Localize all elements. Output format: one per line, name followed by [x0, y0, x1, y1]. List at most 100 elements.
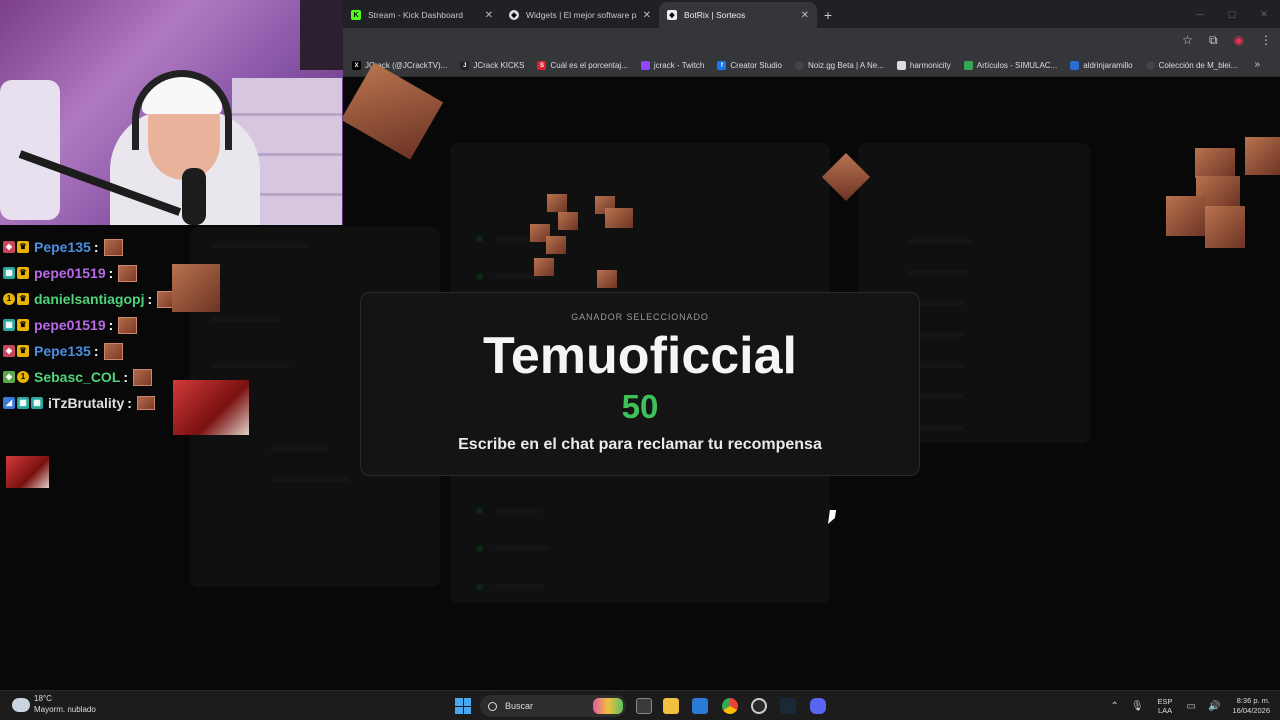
bookmark-star-icon[interactable]: ☆: [1182, 33, 1193, 48]
more-bookmarks-icon[interactable]: »: [1254, 59, 1260, 70]
ghost-row: [494, 508, 544, 513]
crown-icon: ♛: [17, 293, 29, 305]
bookmark-label: harmonicity: [909, 61, 951, 70]
drive-icon: [963, 61, 973, 70]
minimize-icon[interactable]: —: [1184, 0, 1216, 28]
lang-layout: LAA: [1157, 706, 1173, 715]
chat-username: iTzBrutality: [48, 395, 125, 411]
webcam-overlay: [0, 0, 343, 225]
crown-icon: ♛: [17, 345, 29, 357]
chat-username: Sebasc_COL: [34, 369, 121, 385]
chat-message: 1 ♛ danielsantiagopj :: [3, 286, 177, 312]
windows-taskbar: 18°C Mayorm. nublado Buscar ⌃ 🎙 ESP LAA …: [0, 690, 1280, 720]
windows-start-icon[interactable]: [455, 698, 471, 714]
emote-image: [118, 264, 138, 282]
chat-colon: :: [108, 317, 114, 333]
emote-image: [546, 236, 566, 254]
outlook-icon[interactable]: [692, 698, 708, 714]
bookmark-label: JCrack KICKS: [473, 61, 525, 70]
new-tab-button[interactable]: +: [817, 2, 839, 28]
status-dot: [476, 273, 483, 280]
maximize-icon[interactable]: ▢: [1216, 0, 1248, 28]
weather-condition: Mayorm. nublado: [34, 705, 96, 714]
bookmark-label: Noiz.gg Beta | A Ne...: [807, 61, 884, 70]
clock-time: 8:36 p. m.: [1236, 696, 1270, 705]
tab-botrix-sorteos[interactable]: ◆ BotRix | Sorteos ✕: [659, 2, 817, 28]
lang-code: ESP: [1157, 697, 1173, 706]
chat-username: pepe01519: [34, 317, 106, 333]
clock[interactable]: 8:36 p. m. 16/04/2026: [1232, 696, 1270, 716]
bookmark-label: Creator Studio: [730, 61, 782, 70]
microphone-icon[interactable]: 🎙: [1131, 701, 1144, 712]
bookmark-harmonicity[interactable]: harmonicity: [896, 61, 951, 70]
discord-icon[interactable]: [810, 698, 826, 714]
tab-kick-dashboard[interactable]: K Stream - Kick Dashboard ✕: [343, 2, 501, 28]
bookmark-label: Artículos - SIMULAC...: [976, 61, 1058, 70]
screen: K Stream - Kick Dashboard ✕ ◆ Widgets | …: [0, 0, 1280, 720]
chat-message: ◆ 1 Sebasc_COL :: [3, 364, 176, 390]
emote-image: [534, 258, 554, 276]
bookmark-coleccion[interactable]: Colección de M_blei...: [1145, 61, 1237, 70]
menu-icon[interactable]: ⋮: [1260, 33, 1272, 48]
search-placeholder: Buscar: [505, 701, 534, 711]
ghost-row: [908, 239, 972, 244]
winner-score: 50: [621, 388, 659, 425]
crown-icon: ♛: [17, 267, 29, 279]
obs-icon[interactable]: [751, 698, 767, 714]
tab-title: Widgets | El mejor software pa: [526, 10, 637, 20]
chrome-icon[interactable]: [722, 698, 738, 714]
bookmark-label: jcrack - Twitch: [653, 61, 705, 70]
crown-icon: ♛: [17, 319, 29, 331]
badge-icon: ▦: [3, 267, 15, 279]
close-window-icon[interactable]: ✕: [1248, 0, 1280, 28]
badge-icon: ◢: [3, 397, 15, 409]
language-indicator[interactable]: ESP LAA: [1158, 697, 1173, 715]
network-icon[interactable]: ▭: [1187, 701, 1196, 712]
claim-message: Escribe en el chat para reclamar tu reco…: [458, 436, 822, 453]
ghost-row: [908, 270, 968, 275]
harmonicity-icon: [896, 61, 906, 70]
bookmark-creator-studio[interactable]: f Creator Studio: [717, 61, 782, 70]
tab-widgets[interactable]: ◆ Widgets | El mejor software pa ✕: [501, 2, 659, 28]
emote-image: [1205, 206, 1245, 248]
cloud-icon: [12, 697, 30, 712]
weather-widget[interactable]: 18°C Mayorm. nublado: [12, 694, 96, 715]
flowers-widget-icon[interactable]: [593, 698, 623, 714]
bookmark-noiz[interactable]: Noiz.gg Beta | A Ne...: [794, 61, 884, 70]
badge-icon: 1: [17, 371, 29, 383]
task-view-icon[interactable]: [636, 698, 652, 714]
facebook-icon: f: [717, 61, 727, 70]
chat-username: danielsantiagopj: [34, 291, 145, 307]
tab-title: Stream - Kick Dashboard: [368, 10, 463, 20]
file-explorer-icon[interactable]: [663, 698, 679, 714]
chat-colon: :: [127, 395, 132, 411]
close-tab-icon[interactable]: ✕: [485, 10, 493, 21]
bookmark-jcrack-x[interactable]: X JCrack (@JCrackTV)...: [352, 61, 447, 70]
steam-icon[interactable]: [780, 698, 796, 714]
bookmark-twitch[interactable]: jcrack - Twitch: [640, 61, 705, 70]
bookmark-articulos[interactable]: Artículos - SIMULAC...: [963, 61, 1058, 70]
status-dot: [476, 235, 483, 242]
chat-overlay: ◆ ♛ Pepe135 : ▦ ♛ pepe01519 : 1 ♛ daniel…: [3, 234, 177, 416]
badge-icon: ◆: [3, 241, 15, 253]
jcrack-icon: J: [460, 61, 470, 70]
ghost-row: [494, 546, 549, 551]
s-icon: S: [537, 61, 547, 70]
emote-image: [1195, 148, 1235, 178]
botrix-icon: ◆: [667, 10, 677, 20]
bookmark-aldrinjaramillo[interactable]: aldrinjaramillo: [1070, 61, 1133, 70]
extensions-icon[interactable]: ⧉: [1209, 33, 1218, 48]
emote-image: [133, 368, 153, 386]
volume-icon[interactable]: 🔊: [1208, 701, 1220, 712]
winner-modal: GANADOR SELECCIONADO Temuoficcial 50 Esc…: [360, 292, 920, 476]
status-dot: [476, 583, 483, 590]
bookmark-porcentaje[interactable]: S Cuál es el porcentaj...: [537, 61, 628, 70]
ghost-row: [494, 584, 544, 589]
emote-image: [136, 396, 155, 410]
close-tab-icon[interactable]: ✕: [801, 10, 809, 21]
chat-username: Pepe135: [34, 343, 91, 359]
bookmark-jcrack-kicks[interactable]: J JCrack KICKS: [460, 61, 524, 70]
chevron-up-icon[interactable]: ⌃: [1110, 701, 1118, 712]
profile-icon[interactable]: ◉: [1234, 33, 1244, 48]
close-tab-icon[interactable]: ✕: [643, 10, 651, 21]
